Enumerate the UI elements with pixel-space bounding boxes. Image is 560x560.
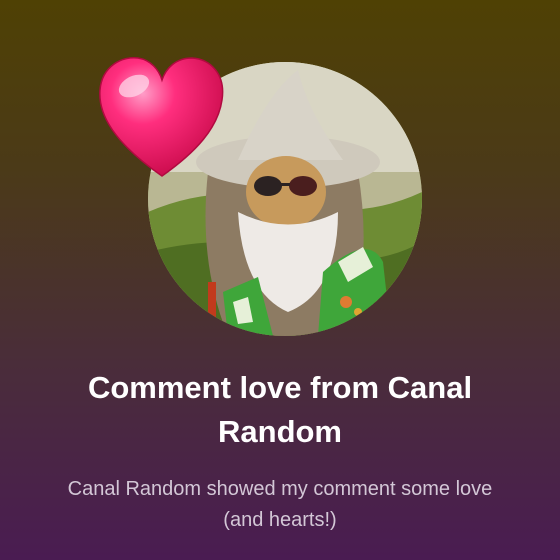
notification-message: Canal Random showed my comment some love…: [67, 478, 493, 531]
heart-icon: [96, 52, 228, 182]
comment-love-card: Comment love from Canal Random Canal Ran…: [0, 0, 560, 560]
notification-title: Comment love from Canal Random: [87, 370, 473, 449]
